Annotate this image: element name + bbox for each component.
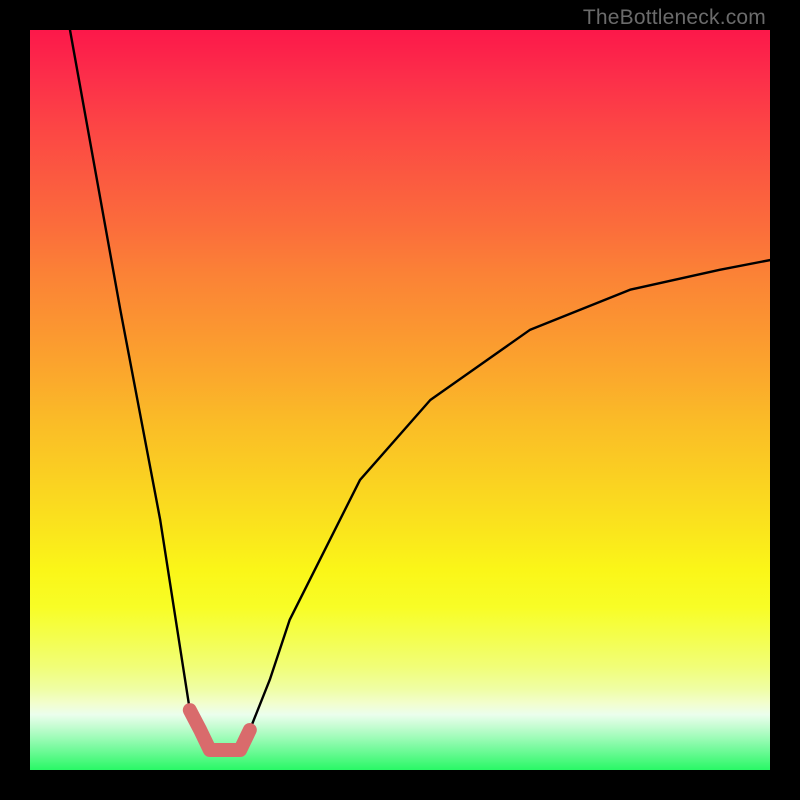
outer-frame: TheBottleneck.com xyxy=(0,0,800,800)
curve-svg xyxy=(30,30,770,770)
plot-area xyxy=(30,30,770,770)
bottleneck-curve xyxy=(70,30,770,750)
highlight-segment xyxy=(190,710,250,750)
watermark-text: TheBottleneck.com xyxy=(583,6,766,30)
